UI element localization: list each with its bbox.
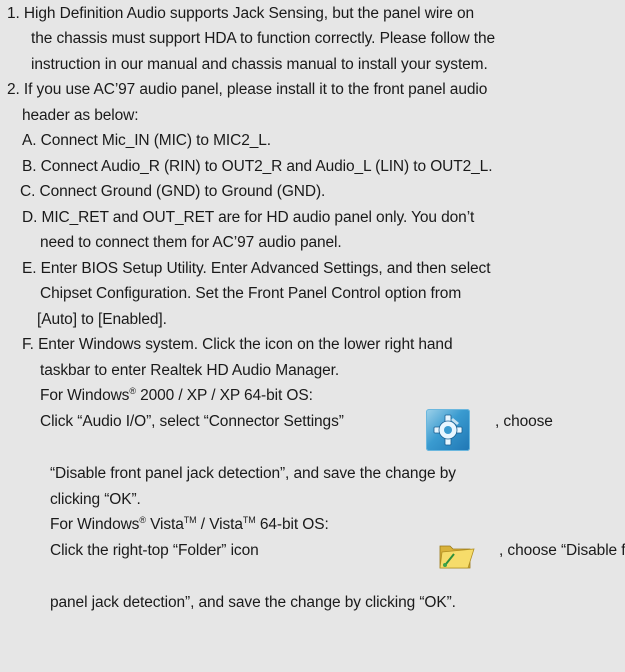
step-e-line-3: [Auto] to [Enabled]. [37,311,167,328]
step-f-line-1: F. Enter Windows system. Click the icon … [22,336,453,353]
folder-line-end: , choose “Disable front [499,542,625,559]
item-1-line-1: 1. High Definition Audio supports Jack S… [7,5,475,22]
step-f-line-2: taskbar to enter Realtek HD Audio Manage… [40,362,340,379]
disable-detection-line-1: “Disable front panel jack detection”, an… [50,465,456,482]
step-a: A. Connect Mic_IN (MIC) to MIC2_L. [22,132,271,149]
step-d-line-1: D. MIC_RET and OUT_RET are for HD audio … [22,209,475,226]
connector-settings-line-end: , choose [495,413,553,430]
manual-page: 1. High Definition Audio supports Jack S… [0,0,625,672]
folder-line-2: panel jack detection”, and save the chan… [50,594,456,611]
folder-line-start: Click the right-top “Folder” icon [50,542,259,559]
step-c: C. Connect Ground (GND) to Ground (GND). [20,183,326,200]
folder-icon [434,534,476,574]
disable-detection-line-2: clicking “OK”. [50,491,141,508]
connector-settings-line-start: Click “Audio I/O”, select “Connector Set… [40,413,344,430]
item-1-line-2: the chassis must support HDA to function… [31,30,496,47]
step-d-line-2: need to connect them for AC’97 audio pan… [40,234,342,251]
windows-vista-heading: For Windows® VistaTM / VistaTM 64-bit OS… [50,515,329,534]
item-2-line-1: 2. If you use AC’97 audio panel, please … [7,81,488,98]
item-2-line-2: header as below: [22,107,139,124]
step-e-line-2: Chipset Configuration. Set the Front Pan… [40,285,462,302]
item-1-line-3: instruction in our manual and chassis ma… [31,56,488,73]
step-e-line-1: E. Enter BIOS Setup Utility. Enter Advan… [22,260,491,277]
step-b: B. Connect Audio_R (RIN) to OUT2_R and A… [22,158,493,175]
connector-settings-icon [426,409,470,451]
windows-xp-heading: For Windows® 2000 / XP / XP 64-bit OS: [40,386,313,405]
